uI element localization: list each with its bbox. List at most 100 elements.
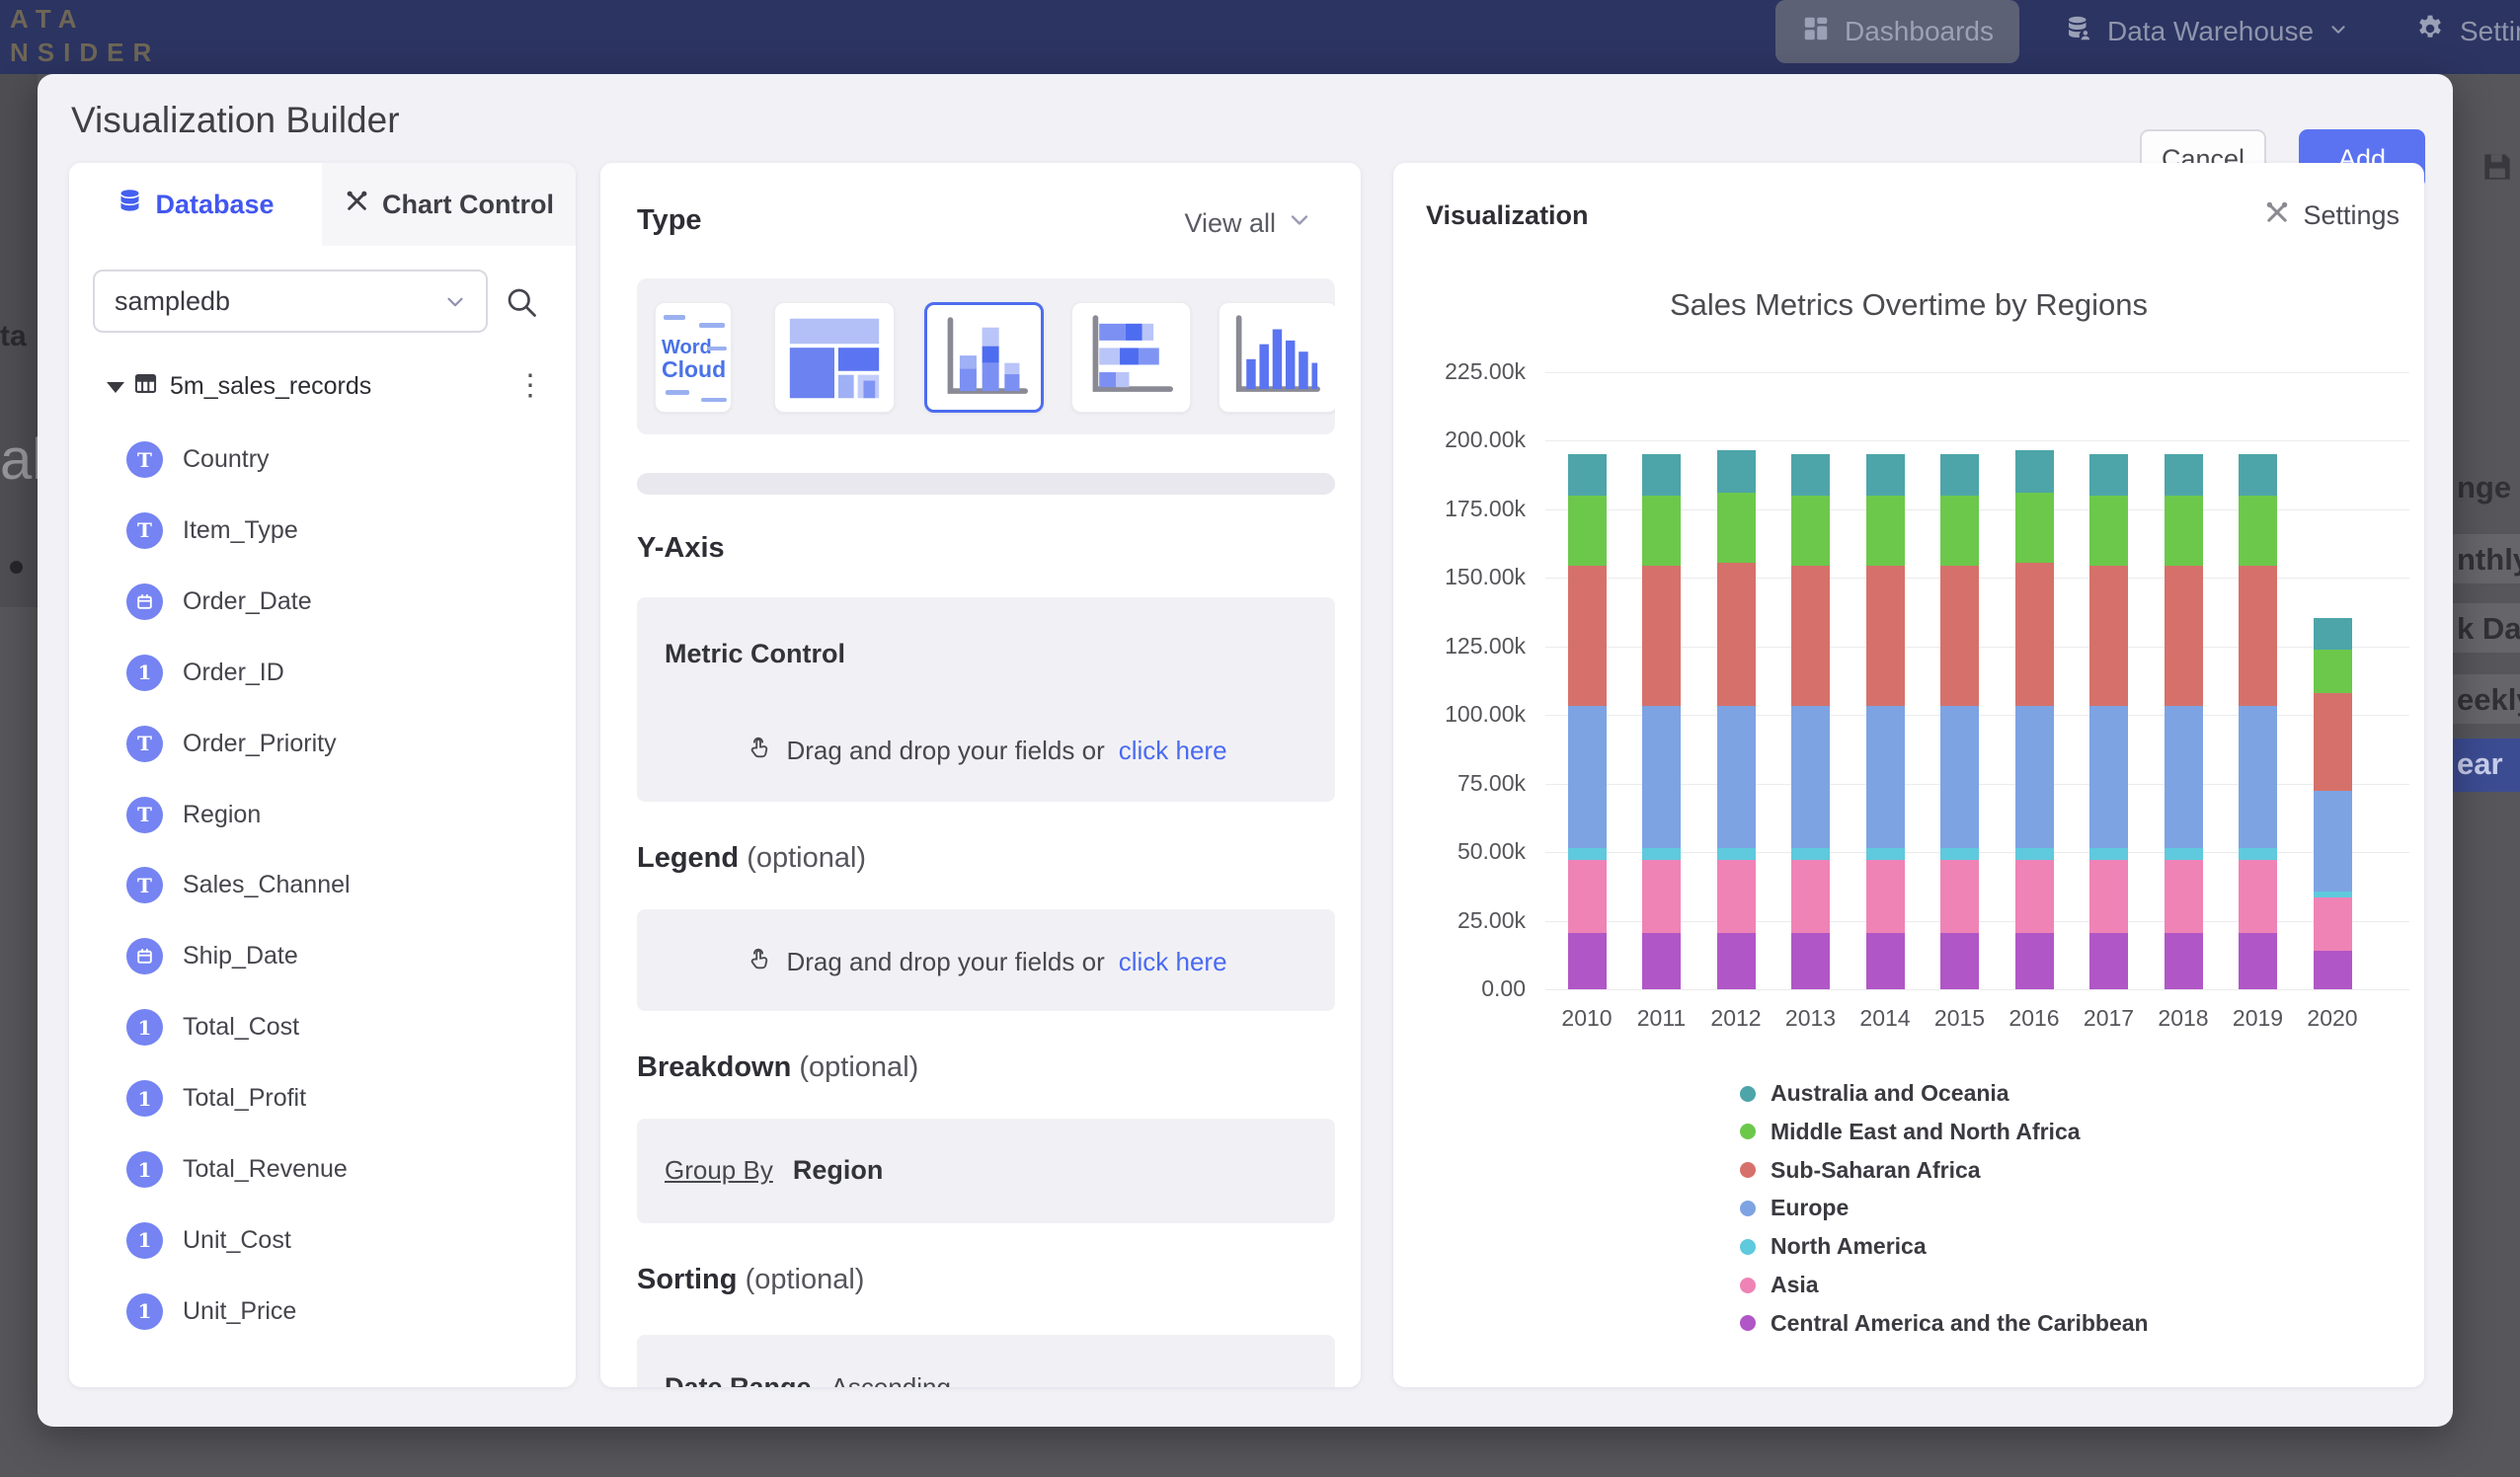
field-row-total_profit[interactable]: 1Total_Profit (69, 1076, 576, 1124)
bar-2018[interactable] (2165, 372, 2203, 989)
chart-type-stacked-column[interactable] (924, 302, 1044, 413)
field-row-total_revenue[interactable]: 1Total_Revenue (69, 1147, 576, 1195)
field-row-order_id[interactable]: 1Order_ID (69, 651, 576, 698)
visualization-panel: Visualization Settings Sales Metrics Ove… (1393, 163, 2424, 1387)
save-icon (2479, 148, 2516, 191)
text-field-icon: T (126, 512, 163, 549)
number-field-icon: 1 (126, 1080, 163, 1117)
date-field-icon (126, 583, 163, 620)
breakdown-dropzone[interactable]: Group By Region (637, 1119, 1335, 1223)
legend-item-asia[interactable]: Asia (1740, 1272, 1819, 1298)
y-tick-label: 25.00k (1393, 907, 1526, 934)
sorting-direction-value[interactable]: Ascending (831, 1372, 951, 1387)
chart-type-column[interactable] (1219, 302, 1335, 413)
field-row-country[interactable]: TCountry (69, 437, 576, 485)
group-by-value[interactable]: Region (793, 1155, 884, 1186)
bar-segment (1940, 706, 1979, 848)
nav-data-warehouse[interactable]: Data Warehouse (2064, 0, 2349, 63)
y-tick-label: 0.00 (1393, 975, 1526, 1002)
number-field-icon: 1 (126, 1222, 163, 1259)
field-row-item_type[interactable]: TItem_Type (69, 508, 576, 556)
bar-2015[interactable] (1940, 372, 1979, 989)
sorting-dropzone[interactable]: Date Range Ascending (637, 1335, 1335, 1387)
bar-2011[interactable] (1642, 372, 1681, 989)
bar-2020[interactable] (2314, 372, 2352, 989)
bar-segment (2089, 933, 2128, 989)
background-text-fragment: ear (2457, 746, 2503, 782)
legend-label: Sub-Saharan Africa (1771, 1157, 1981, 1184)
legend-dot-icon (1740, 1086, 1756, 1102)
legend-item-sub-saharan-africa[interactable]: Sub-Saharan Africa (1740, 1157, 1981, 1184)
chart-type-treemap[interactable] (774, 302, 895, 413)
background-text-fragment: nthly (2457, 542, 2520, 578)
legend-click-here-link[interactable]: click here (1119, 947, 1227, 977)
breakdown-section-title: Breakdown (optional) (637, 1051, 918, 1084)
field-row-order_priority[interactable]: TOrder_Priority (69, 722, 576, 769)
bar-2010[interactable] (1568, 372, 1607, 989)
y-tick-label: 225.00k (1393, 358, 1526, 385)
bar-segment (2314, 897, 2352, 951)
field-row-ship_date[interactable]: Ship_Date (69, 934, 576, 981)
bar-2019[interactable] (2239, 372, 2277, 989)
legend-dropzone[interactable]: Drag and drop your fields or click here (637, 909, 1335, 1011)
chevron-down-icon (2327, 16, 2349, 47)
nav-dashboards[interactable]: Dashboards (1775, 0, 2019, 63)
metric-drag-drop-text: Drag and drop your fields or (786, 736, 1104, 766)
bar-2013[interactable] (1791, 372, 1830, 989)
visualization-settings-button[interactable]: Settings (2263, 198, 2400, 233)
legend-item-europe[interactable]: Europe (1740, 1195, 1849, 1221)
top-navbar: ATA NSIDER Dashboards Data Warehouse Set… (0, 0, 2520, 74)
tap-hand-icon (745, 734, 772, 768)
metric-control-dropzone[interactable]: Metric Control Drag and drop your fields… (637, 597, 1335, 802)
database-search-input[interactable] (93, 270, 488, 333)
visualization-title: Visualization (1426, 200, 1589, 231)
bar-segment (2165, 706, 2203, 848)
field-row-sales_channel[interactable]: TSales_Channel (69, 863, 576, 910)
metric-click-here-link[interactable]: click here (1119, 736, 1227, 766)
type-selector-scrollbar[interactable] (637, 473, 1335, 495)
bar-segment (1642, 933, 1681, 989)
legend-item-australia-and-oceania[interactable]: Australia and Oceania (1740, 1080, 2009, 1107)
chart-type-word-cloud[interactable]: WordCloud (655, 302, 732, 413)
bar-2016[interactable] (2015, 372, 2054, 989)
search-icon[interactable] (504, 284, 539, 325)
field-row-unit_cost[interactable]: 1Unit_Cost (69, 1218, 576, 1266)
bar-segment (2239, 566, 2277, 706)
settings-tools-icon (2263, 198, 2291, 233)
search-chevron-down-icon[interactable] (442, 289, 468, 320)
legend-dot-icon (1740, 1278, 1756, 1293)
chart-type-stacked-bar[interactable] (1071, 302, 1191, 413)
chart-plot-area (1545, 372, 2409, 989)
y-tick-label: 100.00k (1393, 701, 1526, 728)
x-tick-label: 2017 (2070, 1005, 2149, 1032)
table-kebab-menu-icon[interactable]: ⋮ (515, 368, 545, 403)
field-row-unit_price[interactable]: 1Unit_Price (69, 1289, 576, 1337)
bar-segment (1940, 848, 1979, 861)
group-by-label[interactable]: Group By (665, 1155, 773, 1186)
bar-segment (2165, 848, 2203, 861)
field-row-region[interactable]: TRegion (69, 793, 576, 840)
field-row-total_cost[interactable]: 1Total_Cost (69, 1005, 576, 1052)
x-tick-label: 2010 (1547, 1005, 1626, 1032)
bar-2012[interactable] (1717, 372, 1756, 989)
bar-2014[interactable] (1866, 372, 1905, 989)
collapse-caret-icon[interactable] (107, 382, 124, 393)
legend-item-middle-east-and-north-africa[interactable]: Middle East and North Africa (1740, 1119, 2081, 1145)
bar-segment (1568, 496, 1607, 566)
view-all-dropdown[interactable]: View all (1184, 206, 1313, 241)
tab-chart-control[interactable]: Chart Control (322, 163, 576, 246)
legend-item-north-america[interactable]: North America (1740, 1233, 1927, 1260)
table-tree-row[interactable]: 5m_sales_records ⋮ (69, 366, 576, 412)
gear-icon (2414, 13, 2446, 51)
nav-settings[interactable]: Settings (2414, 0, 2520, 63)
warehouse-database-icon (2064, 14, 2093, 50)
bar-segment (1866, 566, 1905, 706)
legend-item-central-america-and-the-caribbean[interactable]: Central America and the Caribbean (1740, 1310, 2149, 1337)
tab-database[interactable]: Database (69, 163, 322, 246)
sorting-field-label[interactable]: Date Range (665, 1372, 812, 1387)
bar-segment (2239, 848, 2277, 861)
bar-segment (2314, 791, 2352, 893)
bar-segment (1940, 454, 1979, 496)
field-row-order_date[interactable]: Order_Date (69, 580, 576, 627)
bar-2017[interactable] (2089, 372, 2128, 989)
